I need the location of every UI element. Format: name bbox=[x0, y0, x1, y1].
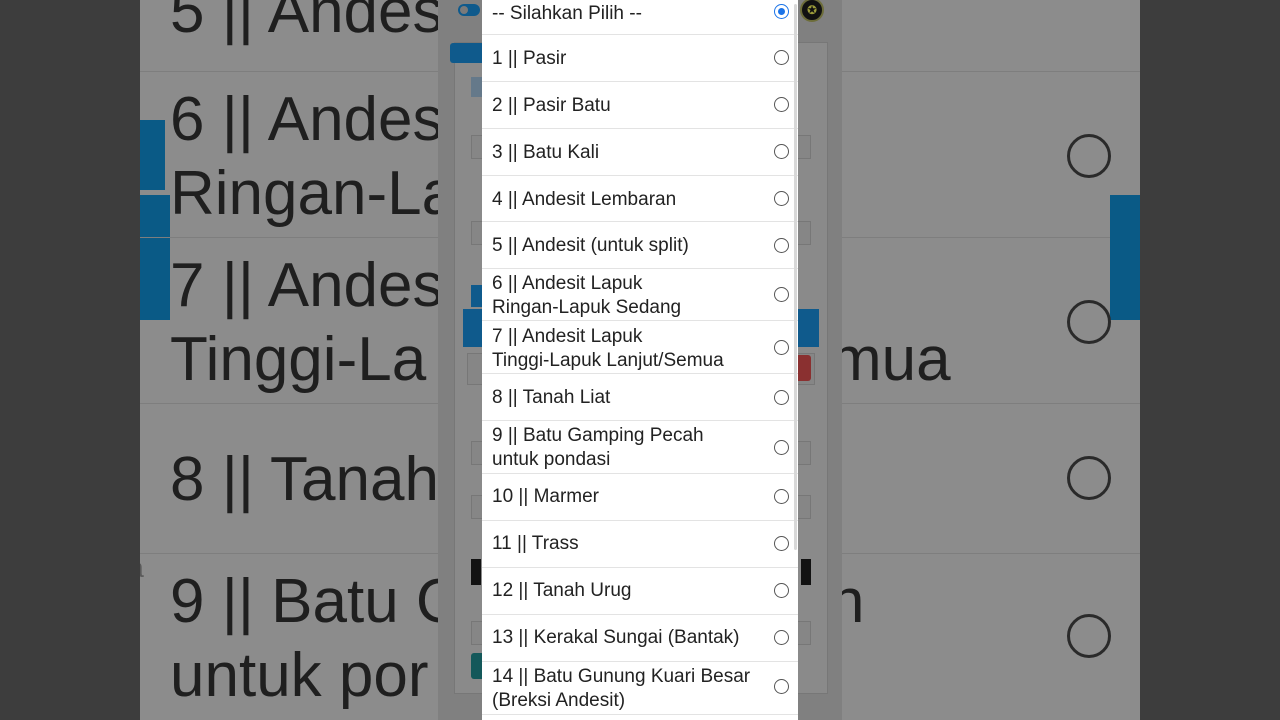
picker-option[interactable]: 14 || Batu Gunung Kuari Besar (Breksi An… bbox=[482, 662, 798, 715]
picker-option-label: 13 || Kerakal Sungai (Bantak) bbox=[492, 627, 740, 648]
radio-icon[interactable] bbox=[774, 191, 789, 206]
picker-option-label: -- Silahkan Pilih -- bbox=[492, 3, 642, 24]
picker-option[interactable]: 4 || Andesit Lembaran bbox=[482, 176, 798, 222]
radio-icon[interactable] bbox=[774, 489, 789, 504]
picker-option[interactable]: 8 || Tanah Liat bbox=[482, 374, 798, 421]
picker-option-label: 7 || Andesit Lapuk bbox=[492, 326, 643, 347]
radio-icon[interactable] bbox=[774, 97, 789, 112]
picker-option[interactable]: 11 || Trass bbox=[482, 521, 798, 568]
radio-icon[interactable] bbox=[774, 340, 789, 355]
bg-row-text: 6 || Andes bbox=[170, 85, 444, 154]
picker-option[interactable]: 3 || Batu Kali bbox=[482, 129, 798, 176]
picker-option[interactable]: 13 || Kerakal Sungai (Bantak) bbox=[482, 615, 798, 662]
radio-icon[interactable] bbox=[774, 440, 789, 455]
picker-option-label: 11 || Trass bbox=[492, 533, 579, 554]
radio-icon[interactable] bbox=[774, 536, 789, 551]
picker-option-label-line2: Tinggi-Lapuk Lanjut/Semua bbox=[492, 350, 724, 371]
picker-option-label: 3 || Batu Kali bbox=[492, 142, 600, 163]
radio-icon[interactable] bbox=[774, 583, 789, 598]
radio-icon[interactable] bbox=[774, 144, 789, 159]
picker-option[interactable]: 9 || Batu Gamping Pecah untuk pondasi bbox=[482, 421, 798, 474]
bg-row-text: 9 || Batu G bbox=[170, 567, 465, 636]
form-dark-bar bbox=[801, 559, 811, 585]
picker-option-label-line2: (Breksi Andesit) bbox=[492, 690, 626, 711]
picker-option-label: 8 || Tanah Liat bbox=[492, 387, 611, 408]
radio-icon[interactable] bbox=[774, 238, 789, 253]
form-dark-bar bbox=[471, 559, 481, 585]
bg-row-text: 8 || Tanah bbox=[170, 445, 439, 514]
toggle-switch[interactable] bbox=[458, 4, 480, 16]
bg-row-text: untuk por bbox=[170, 641, 429, 710]
radio-icon[interactable] bbox=[774, 287, 789, 302]
picker-option-label: 9 || Batu Gamping Pecah bbox=[492, 425, 704, 446]
radio-icon[interactable] bbox=[774, 50, 789, 65]
picker-option-label-line2: Ringan-Lapuk Sedang bbox=[492, 297, 682, 318]
picker-scrollbar[interactable] bbox=[794, 4, 797, 550]
radio-checked-icon[interactable] bbox=[774, 4, 789, 19]
bg-radio-icon bbox=[1067, 300, 1111, 344]
radio-icon[interactable] bbox=[774, 390, 789, 405]
picker-option[interactable]: 2 || Pasir Batu bbox=[482, 82, 798, 129]
picker-option-label: 5 || Andesit (untuk split) bbox=[492, 235, 689, 256]
bg-radio-icon bbox=[1067, 134, 1111, 178]
picker-option-label: 6 || Andesit Lapuk bbox=[492, 273, 643, 294]
logo-icon: ✪ bbox=[800, 0, 824, 22]
picker-option-label: 14 || Batu Gunung Kuari Besar bbox=[492, 666, 751, 687]
bg-fragment: mua bbox=[830, 325, 951, 394]
radio-icon[interactable] bbox=[774, 630, 789, 645]
bg-row-text: Ringan-La bbox=[170, 159, 457, 228]
picker-option-label: 12 || Tanah Urug bbox=[492, 580, 632, 601]
bg-row-text: 7 || Andes bbox=[170, 251, 444, 320]
picker-option[interactable]: -- Silahkan Pilih -- bbox=[482, 0, 798, 35]
picker-option-label-line2: untuk pondasi bbox=[492, 449, 611, 470]
select-picker-modal: -- Silahkan Pilih -- 1 || Pasir 2 || Pas… bbox=[482, 0, 798, 720]
picker-option[interactable]: 12 || Tanah Urug bbox=[482, 568, 798, 615]
picker-option[interactable]: 7 || Andesit Lapuk Tinggi-Lapuk Lanjut/S… bbox=[482, 321, 798, 374]
picker-option-label: 10 || Marmer bbox=[492, 486, 600, 507]
picker-option[interactable]: 1 || Pasir bbox=[482, 35, 798, 82]
picker-option-label: 4 || Andesit Lembaran bbox=[492, 189, 677, 210]
picker-option[interactable]: 6 || Andesit Lapuk Ringan-Lapuk Sedang bbox=[482, 269, 798, 321]
picker-option[interactable]: 10 || Marmer bbox=[482, 474, 798, 521]
bg-row-text: Tinggi-La bbox=[170, 325, 427, 394]
bg-radio-icon bbox=[1067, 614, 1111, 658]
picker-option[interactable]: 5 || Andesit (untuk split) bbox=[482, 222, 798, 269]
picker-option-label: 2 || Pasir Batu bbox=[492, 95, 611, 116]
bg-radio-icon bbox=[1067, 456, 1111, 500]
picker-option-label: 1 || Pasir bbox=[492, 48, 567, 69]
radio-icon[interactable] bbox=[774, 679, 789, 694]
bg-row-text: 5 || Andes bbox=[170, 0, 444, 46]
